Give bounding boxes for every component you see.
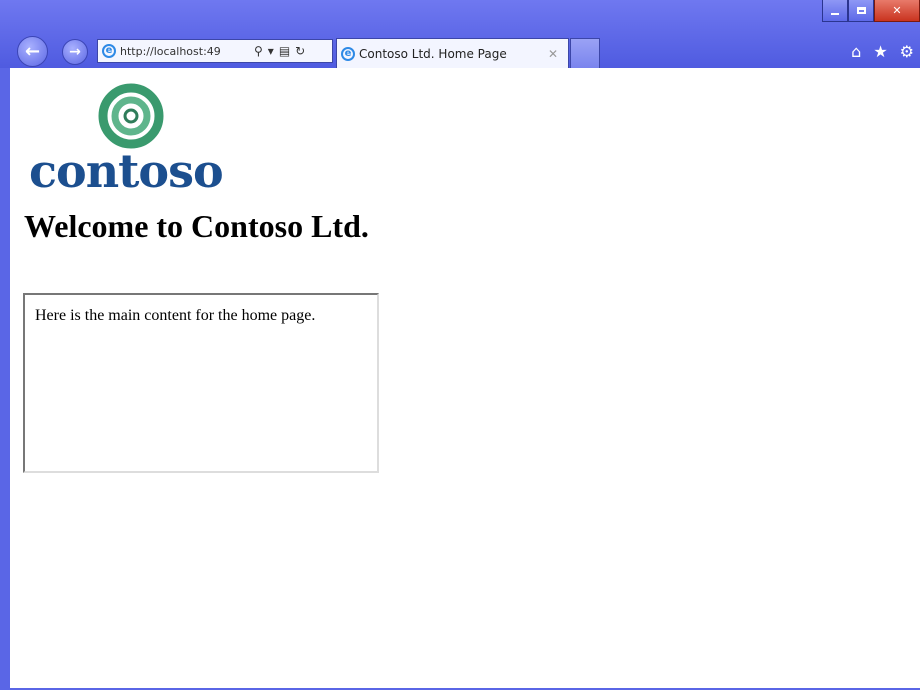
forward-arrow-icon: → xyxy=(69,44,81,60)
minimize-icon xyxy=(831,12,839,15)
tab-home-page[interactable]: e Contoso Ltd. Home Page ✕ xyxy=(336,38,569,68)
address-bar[interactable]: e http://localhost:49 ⚲ ▾ ▤ ↻ xyxy=(97,39,333,63)
tab-close-icon[interactable]: ✕ xyxy=(548,47,558,61)
maximize-icon xyxy=(856,7,866,14)
close-icon: ✕ xyxy=(892,4,902,17)
refresh-icon[interactable]: ↻ xyxy=(295,44,305,58)
title-bar: ✕ ← → e http://localhost:49 ⚲ ▾ ▤ ↻ e Co… xyxy=(0,0,920,68)
home-icon[interactable]: ⌂ xyxy=(851,42,861,61)
favorites-star-icon[interactable]: ★ xyxy=(873,42,887,61)
maximize-button[interactable] xyxy=(848,0,874,22)
ie-icon: e xyxy=(102,44,116,58)
browser-window: ✕ ← → e http://localhost:49 ⚲ ▾ ▤ ↻ e Co… xyxy=(0,0,920,690)
settings-gear-icon[interactable]: ⚙ xyxy=(900,42,914,61)
navigation-bar: ← → e http://localhost:49 ⚲ ▾ ▤ ↻ e Cont… xyxy=(0,34,920,68)
toolbar-icons: ⌂ ★ ⚙ xyxy=(851,42,914,61)
close-button[interactable]: ✕ xyxy=(874,0,920,22)
contoso-logo: contoso xyxy=(21,80,241,198)
minimize-button[interactable] xyxy=(822,0,848,22)
search-icon[interactable]: ⚲ xyxy=(254,44,263,58)
new-tab-button[interactable] xyxy=(570,38,600,68)
address-input[interactable]: http://localhost:49 xyxy=(120,45,248,58)
page-heading: Welcome to Contoso Ltd. xyxy=(24,208,369,244)
main-content-text: Here is the main content for the home pa… xyxy=(35,307,316,324)
logo-wordmark: contoso xyxy=(29,144,224,198)
main-content-panel: Here is the main content for the home pa… xyxy=(23,293,379,473)
dropdown-arrow-icon[interactable]: ▾ xyxy=(268,44,274,58)
page-viewport: contoso Welcome to Contoso Ltd. Here is … xyxy=(10,68,920,688)
forward-button[interactable]: → xyxy=(62,39,88,65)
window-controls: ✕ xyxy=(822,0,920,22)
address-tools: ⚲ ▾ ▤ ↻ xyxy=(254,44,305,58)
compatibility-view-icon[interactable]: ▤ xyxy=(279,44,290,58)
tab-ie-icon: e xyxy=(341,46,355,61)
tab-title: Contoso Ltd. Home Page xyxy=(359,46,507,61)
back-arrow-icon: ← xyxy=(24,41,41,62)
back-button[interactable]: ← xyxy=(17,36,48,67)
